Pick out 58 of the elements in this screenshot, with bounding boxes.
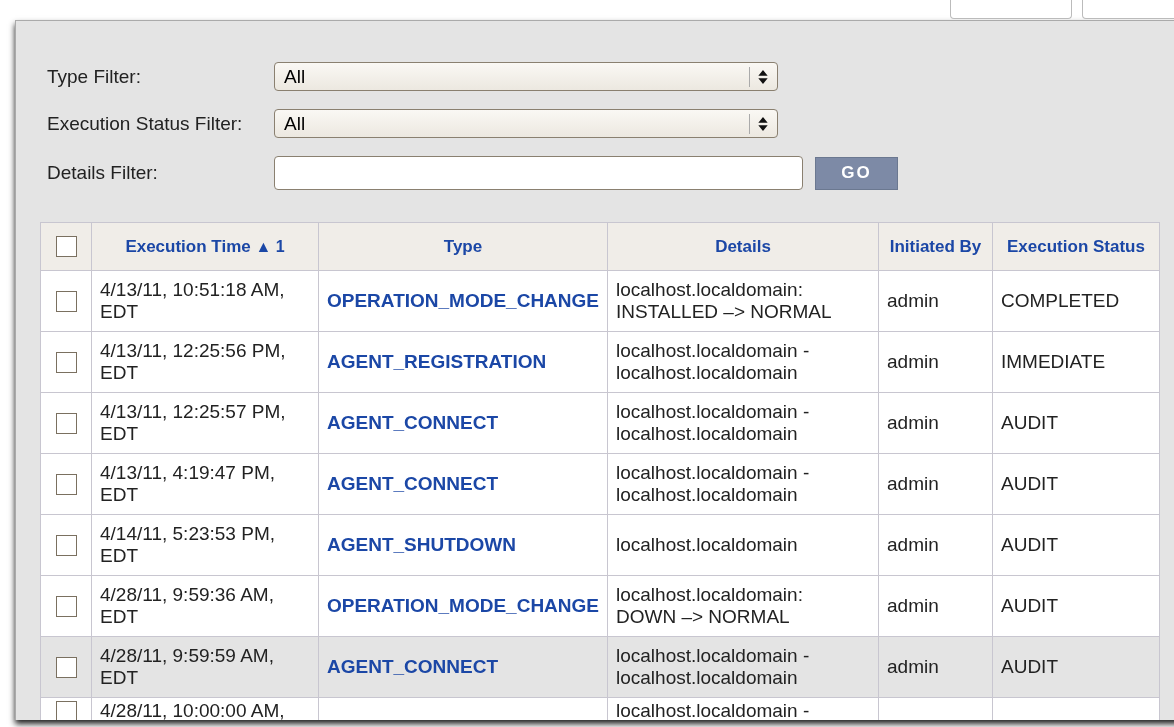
- initiator-cell: admin: [887, 290, 939, 311]
- time-cell: 4/28/11, 9:59:36 AM, EDT: [100, 584, 274, 627]
- details-cell: localhost.localdomain - localhost.localdomain: [616, 462, 810, 505]
- time-cell: 4/13/11, 10:51:18 AM, EDT: [100, 279, 285, 322]
- table-row[interactable]: 4/14/11, 5:23:53 PM, EDT AGENT_SHUTDOWN localhost.localdomain admin AUDIT: [40, 514, 1160, 576]
- status-cell: COMPLETED: [1001, 290, 1120, 311]
- checkbox[interactable]: [56, 413, 77, 435]
- details-cell: localhost.localdomain: [616, 534, 798, 555]
- status-cell: AUDIT: [1001, 656, 1058, 677]
- table-row[interactable]: 4/13/11, 4:19:47 PM, EDT AGENT_CONNECT localhost.localdomain - localhost.localdomain admin AUDIT: [40, 453, 1160, 515]
- filter-dropdown[interactable]: All: [274, 109, 778, 138]
- checkbox[interactable]: [56, 657, 77, 679]
- status-cell: AUDIT: [1001, 534, 1058, 555]
- filter-dropdown[interactable]: All: [274, 62, 778, 91]
- time-cell: 4/13/11, 12:25:56 PM, EDT: [100, 340, 286, 383]
- table-row[interactable]: 4/28/11, 10:00:00 AM, localhost.localdomain -: [40, 697, 1160, 720]
- initiator-cell: admin: [887, 412, 939, 433]
- initiator-cell: admin: [887, 534, 939, 555]
- initiator-cell: admin: [887, 656, 939, 677]
- checkbox[interactable]: [55, 236, 77, 257]
- filter-label: Details Filter:: [47, 162, 159, 184]
- initiator-cell: admin: [887, 351, 939, 372]
- filter-label: Type Filter:: [47, 65, 142, 88]
- type-link[interactable]: AGENT_CONNECT: [327, 473, 498, 494]
- checkbox[interactable]: [56, 535, 77, 557]
- status-cell: AUDIT: [1001, 473, 1058, 494]
- details-cell: localhost.localdomain - localhost.localdomain: [616, 340, 810, 383]
- status-cell: IMMEDIATE: [1001, 351, 1106, 372]
- initiator-cell: admin: [887, 473, 939, 494]
- status-cell: AUDIT: [1001, 412, 1058, 433]
- checkbox[interactable]: [56, 474, 77, 496]
- up-down-arrows-icon: [758, 69, 768, 84]
- checkbox[interactable]: [56, 596, 77, 618]
- column-header[interactable]: Type: [443, 236, 483, 256]
- time-cell: 4/13/11, 12:25:57 PM, EDT: [100, 401, 286, 444]
- details-cell: localhost.localdomain: DOWN –> NORMAL: [616, 584, 803, 627]
- status-cell: AUDIT: [1001, 595, 1058, 616]
- checkbox[interactable]: [56, 701, 77, 720]
- time-cell: 4/13/11, 4:19:47 PM, EDT: [100, 462, 275, 505]
- details-cell: localhost.localdomain -: [616, 700, 810, 720]
- initiator-cell: admin: [887, 595, 939, 616]
- table-row[interactable]: 4/13/11, 12:25:56 PM, EDT AGENT_REGISTRATION localhost.localdomain - localhost.localdomain admin IMMEDIATE: [40, 331, 1160, 393]
- up-down-arrows-icon: [758, 116, 768, 131]
- table-row[interactable]: 4/13/11, 12:25:57 PM, EDT AGENT_CONNECT localhost.localdomain - localhost.localdomain admin AUDIT: [40, 392, 1160, 454]
- details-cell: localhost.localdomain - localhost.localdomain: [616, 401, 810, 444]
- table-row[interactable]: 4/28/11, 9:59:59 AM, EDT AGENT_CONNECT localhost.localdomain - localhost.localdomain admin AUDIT: [40, 636, 1160, 698]
- details-cell: localhost.localdomain: INSTALLED –> NORMAL: [616, 279, 832, 322]
- type-link[interactable]: AGENT_CONNECT: [327, 412, 498, 433]
- details-cell: localhost.localdomain - localhost.localdomain: [616, 645, 810, 688]
- filter-label: Execution Status Filter:: [47, 112, 244, 135]
- time-cell: 4/14/11, 5:23:53 PM, EDT: [100, 523, 275, 566]
- checkbox[interactable]: [56, 352, 77, 374]
- details-filter-field[interactable]: [274, 156, 803, 190]
- time-cell: 4/28/11, 10:00:00 AM,: [100, 700, 285, 720]
- time-cell: 4/28/11, 9:59:59 AM, EDT: [100, 645, 274, 688]
- type-link[interactable]: AGENT_CONNECT: [327, 656, 498, 677]
- checkbox[interactable]: [56, 291, 77, 313]
- column-header[interactable]: Details: [715, 236, 771, 256]
